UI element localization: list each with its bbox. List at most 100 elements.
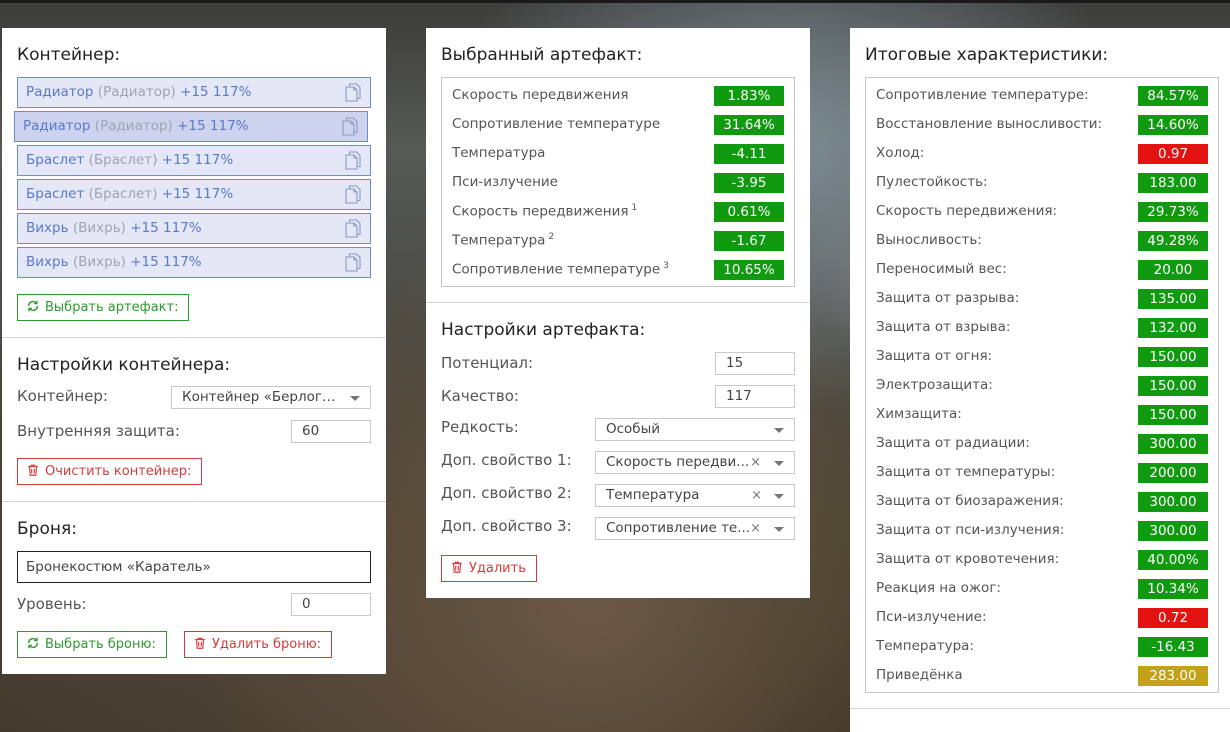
stat-row: Защита от взрыва: 132.00 <box>866 312 1218 341</box>
stat-row: Защита от температуры: 200.00 <box>866 457 1218 486</box>
stat-index: 3 <box>663 261 669 271</box>
container-item[interactable]: Вихрь (Вихрь) +15 117% <box>17 247 371 278</box>
copy-icon[interactable] <box>345 219 361 238</box>
prop2-select-value: Температура <box>606 487 700 503</box>
container-item-bonus: +15 117% <box>180 84 252 100</box>
stat-name: Восстановление выносливости: <box>876 116 1102 132</box>
stat-row: Восстановление выносливости: 14.60% <box>866 109 1218 138</box>
container-item-bonus: +15 117% <box>130 254 202 270</box>
armor-title: Броня: <box>17 519 77 539</box>
stat-name: Электрозащита: <box>876 377 993 393</box>
stat-row: Электрозащита: 150.00 <box>866 370 1218 399</box>
stat-name: Температура: <box>876 638 974 654</box>
container-settings-title: Настройки контейнера: <box>17 355 231 375</box>
stat-value-badge: -1.67 <box>714 231 784 251</box>
container-select[interactable]: Контейнер «Берлога... <box>171 386 371 409</box>
container-item-name: Вихрь <box>26 254 69 270</box>
totals-stats-table: Сопротивление температуре: 84.57% Восстано… <box>865 77 1219 693</box>
chevron-down-icon <box>350 396 360 401</box>
container-item[interactable]: Радиатор (Радиатор) +15 117% <box>17 77 371 108</box>
stat-row: Сопротивление температуре 3 10.65% <box>442 254 794 283</box>
stat-value-badge: 300.00 <box>1138 492 1208 512</box>
prop3-select[interactable]: Сопротивление те... × <box>595 517 795 540</box>
stat-value-badge: 300.00 <box>1138 434 1208 454</box>
stat-name-text: Переносимый вес: <box>876 261 1007 277</box>
stat-value-badge: 1.83% <box>714 86 784 106</box>
select-artifact-button[interactable]: Выбрать артефакт: <box>17 294 190 321</box>
stat-value-badge: 10.34% <box>1138 579 1208 599</box>
stat-index: 2 <box>548 232 555 242</box>
quality-input[interactable]: 117 <box>715 385 795 408</box>
divider <box>2 337 386 338</box>
stat-value-badge: 84.57% <box>1138 86 1208 106</box>
container-item-bonus: +15 117% <box>130 220 202 236</box>
stat-name: Скорость передвижения: <box>876 203 1057 219</box>
copy-icon[interactable] <box>345 151 361 170</box>
container-item[interactable]: Браслет (Браслет) +15 117% <box>17 145 371 176</box>
container-item[interactable]: Вихрь (Вихрь) +15 117% <box>17 213 371 244</box>
copy-icon[interactable] <box>345 253 361 272</box>
stat-row: Сопротивление температуре: 84.57% <box>866 80 1218 109</box>
stat-row: Сопротивление температуре 31.64% <box>442 109 794 138</box>
stat-name-text: Защита от разрыва: <box>876 290 1020 306</box>
clear-icon[interactable]: × <box>750 518 761 539</box>
stat-row: Пулестойкость: 183.00 <box>866 167 1218 196</box>
select-armor-label: Выбрать броню: <box>45 637 156 652</box>
stat-value-badge: 283.00 <box>1138 666 1208 686</box>
stat-name: Защита от температуры: <box>876 464 1055 480</box>
container-item[interactable]: Браслет (Браслет) +15 117% <box>17 179 371 210</box>
stat-name: Сопротивление температуре 3 <box>452 261 669 278</box>
potential-input[interactable]: 15 <box>715 352 795 375</box>
armor-level-input[interactable]: 0 <box>291 593 371 616</box>
stat-value-badge: -3.95 <box>714 173 784 193</box>
stat-name: Пси-излучение <box>452 174 558 190</box>
stat-name-text: Электрозащита: <box>876 377 993 393</box>
stat-row: Защита от радиации: 300.00 <box>866 428 1218 457</box>
container-item-type: (Радиатор) <box>94 118 173 134</box>
prop1-select[interactable]: Скорость передви... × <box>595 451 795 474</box>
container-item-type: (Браслет) <box>88 186 158 202</box>
armor-input[interactable]: Бронекостюм «Каратель» <box>17 551 371 583</box>
rarity-select-value: Особый <box>606 421 661 437</box>
container-panel: Контейнер: Радиатор (Радиатор) +15 117% Р… <box>2 28 386 674</box>
copy-icon[interactable] <box>345 83 361 102</box>
clear-icon[interactable]: × <box>750 452 761 473</box>
clear-container-button[interactable]: Очистить контейнер: <box>17 458 203 485</box>
container-item-name: Браслет <box>26 152 85 168</box>
clear-container-label: Очистить контейнер: <box>45 464 192 479</box>
chevron-down-icon <box>774 527 784 532</box>
prop2-select[interactable]: Температура × <box>595 484 795 507</box>
container-item-name: Радиатор <box>23 118 91 134</box>
inner-protection-input[interactable]: 60 <box>291 420 371 443</box>
stat-row: Температура 2 -1.67 <box>442 225 794 254</box>
totals-title: Итоговые характеристики: <box>865 45 1109 65</box>
stat-name-text: Защита от радиации: <box>876 435 1030 451</box>
stat-name: Температура 2 <box>452 232 554 249</box>
stat-name-text: Защита от огня: <box>876 348 993 364</box>
stat-name-text: Пси-излучение: <box>876 609 987 625</box>
artifact-settings-title: Настройки артефакта: <box>441 320 646 340</box>
container-item[interactable]: Радиатор (Радиатор) +15 117% <box>14 111 368 142</box>
rarity-select[interactable]: Особый <box>595 418 795 441</box>
artifact-panel: Выбранный артефакт: Скорость передвижени… <box>426 28 810 598</box>
container-title: Контейнер: <box>17 45 121 65</box>
copy-icon[interactable] <box>345 185 361 204</box>
stat-value-badge: 0.97 <box>1138 144 1208 164</box>
stat-name: Защита от разрыва: <box>876 290 1019 306</box>
copy-icon[interactable] <box>342 117 358 136</box>
prop1-select-value: Скорость передви... <box>606 454 750 470</box>
stat-row: Скорость передвижения: 29.73% <box>866 196 1218 225</box>
container-select-label: Контейнер: <box>17 387 108 405</box>
delete-artifact-button[interactable]: Удалить <box>441 555 537 582</box>
stat-value-badge: 132.00 <box>1138 318 1208 338</box>
trash-icon <box>28 464 38 476</box>
delete-armor-button[interactable]: Удалить броню: <box>184 631 333 658</box>
trash-icon <box>195 637 205 649</box>
armor-level-label: Уровень: <box>17 595 87 613</box>
container-item-type: (Вихрь) <box>72 220 126 236</box>
select-armor-button[interactable]: Выбрать броню: <box>17 631 167 658</box>
stat-name-text: Пси-излучение <box>452 174 558 190</box>
container-item-type: (Радиатор) <box>97 84 176 100</box>
clear-icon[interactable]: × <box>751 485 762 506</box>
refresh-icon <box>27 637 39 649</box>
